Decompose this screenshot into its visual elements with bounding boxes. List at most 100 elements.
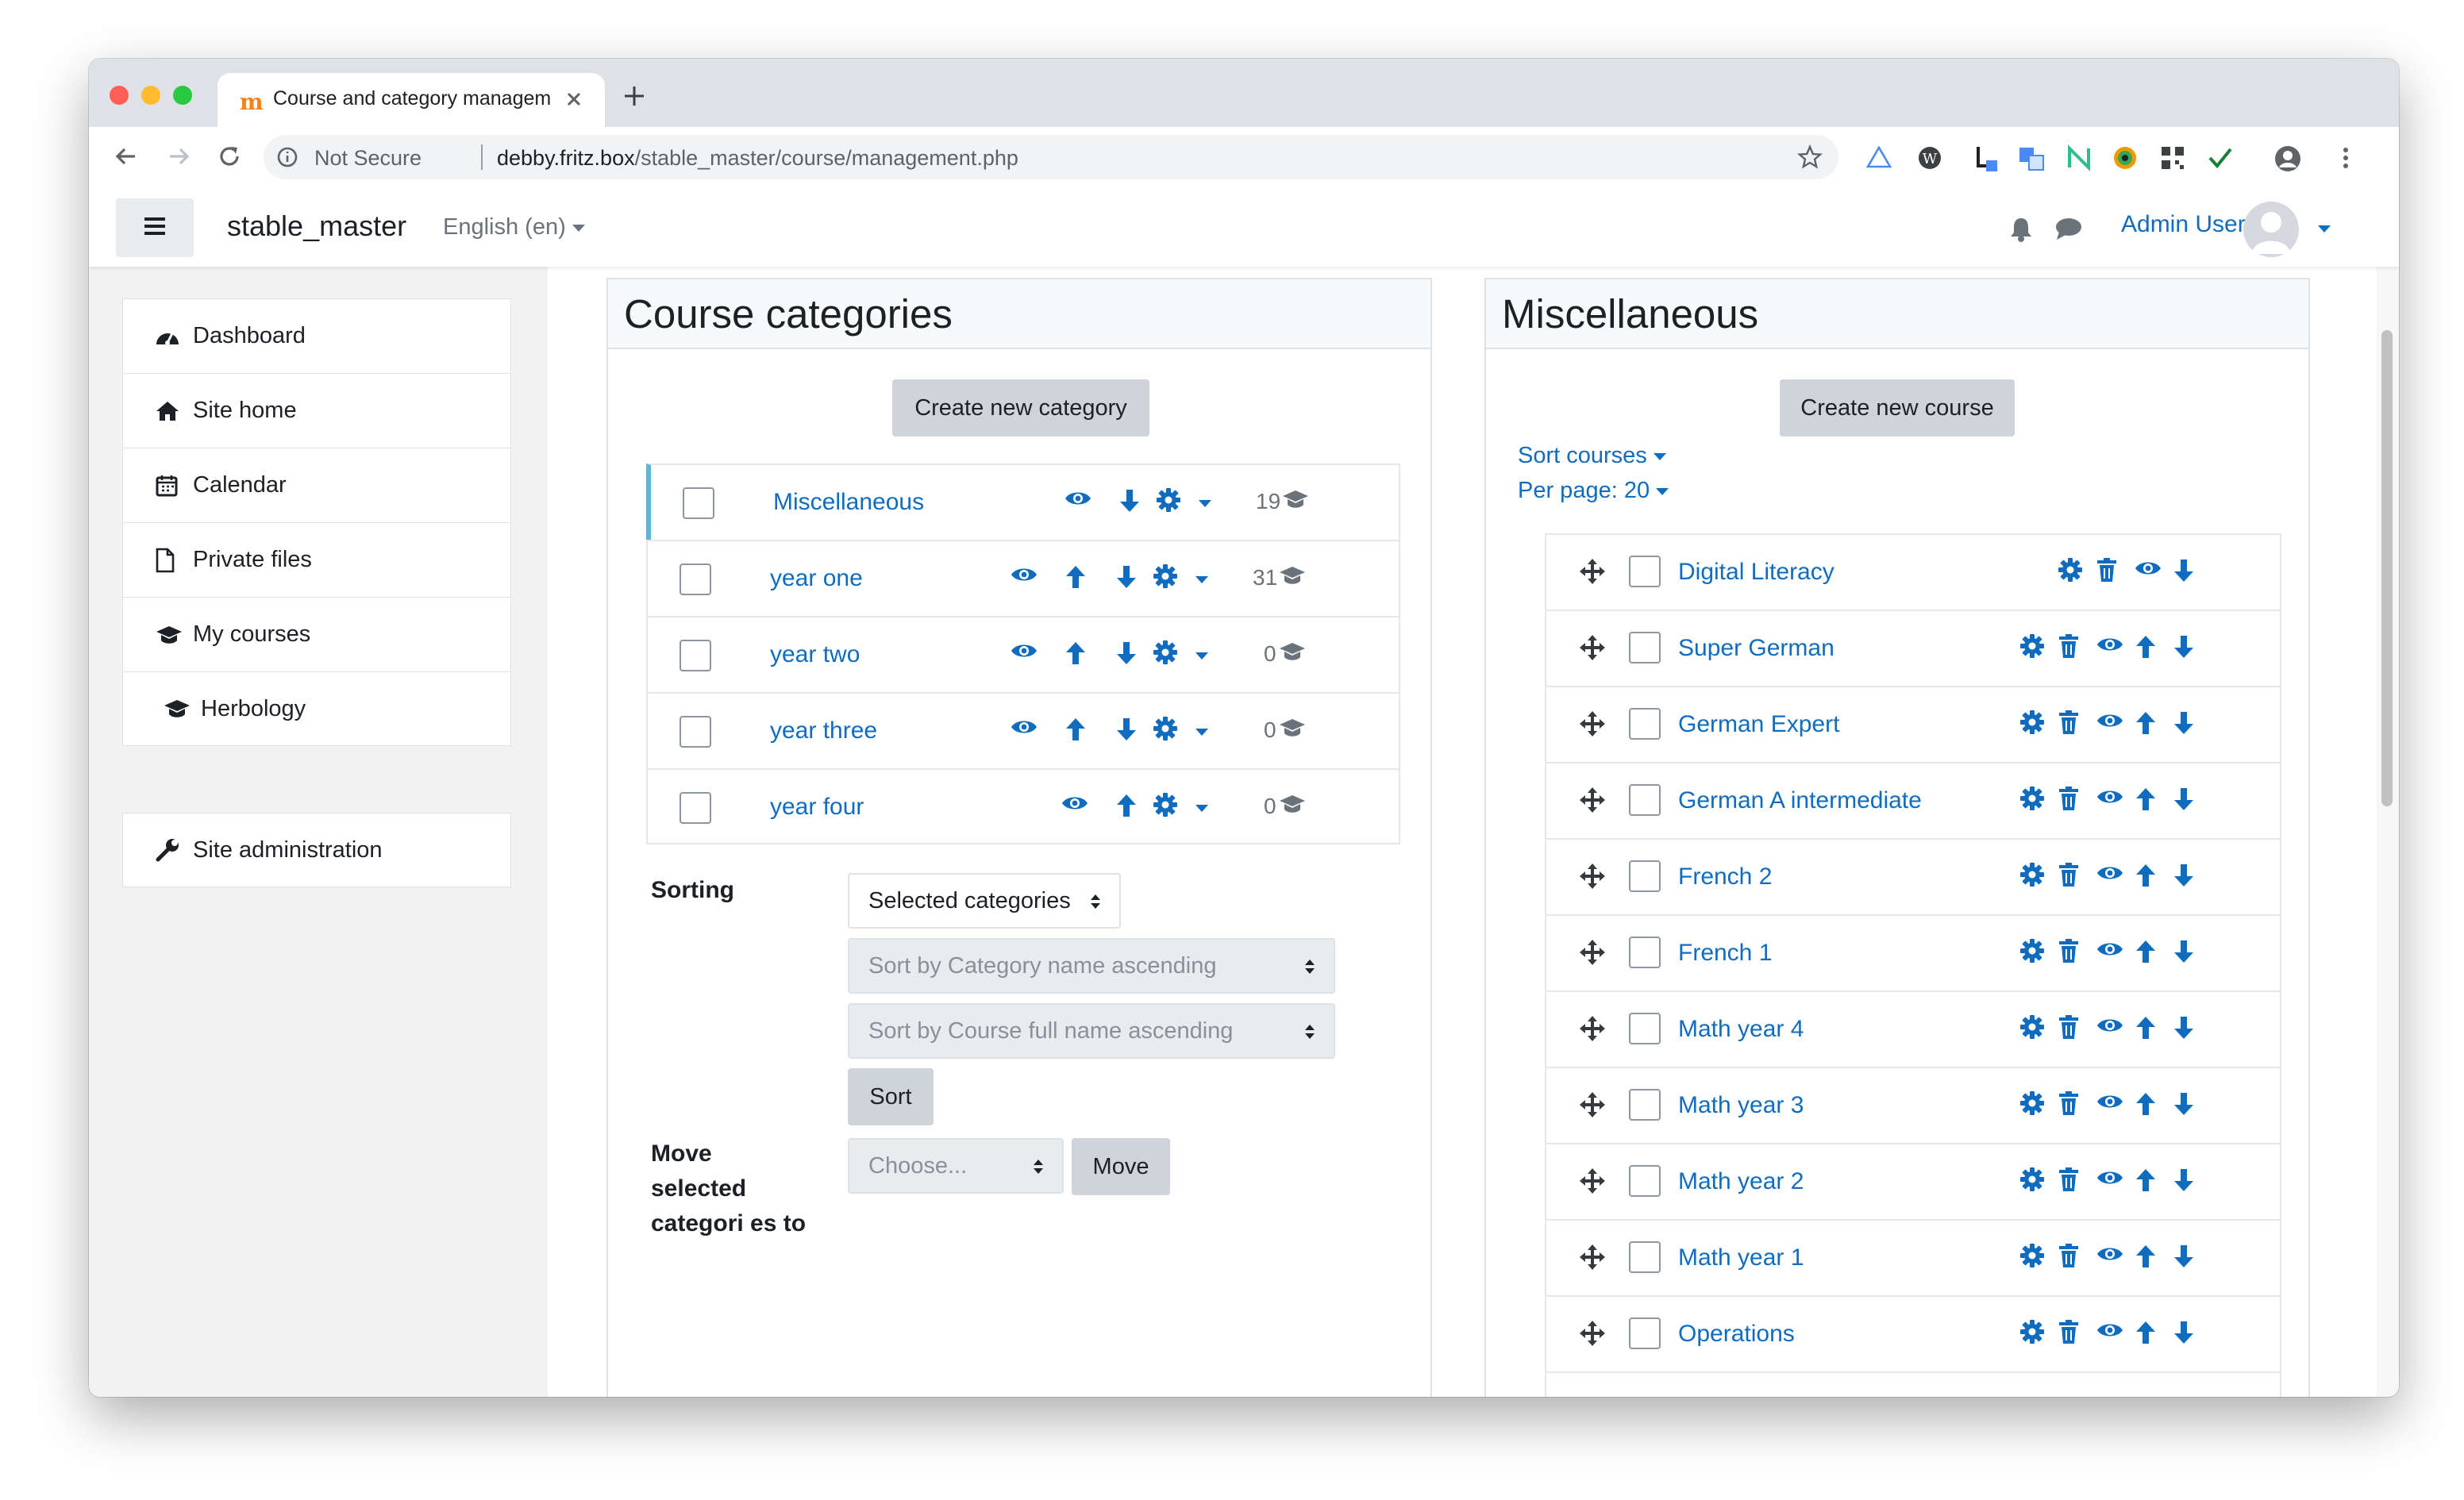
arrow-up-icon[interactable] (1064, 716, 1088, 743)
course-row[interactable]: Math year 4 (1545, 990, 2281, 1067)
arrow-down-icon[interactable] (2172, 710, 2196, 737)
category-row[interactable]: Miscellaneous 19 (646, 463, 1400, 540)
sort-courses-menu[interactable]: Sort courses (1518, 443, 1666, 469)
scrollbar-thumb[interactable] (2381, 330, 2393, 806)
drawer-toggle-button[interactable] (116, 198, 194, 257)
nav-item-site-home[interactable]: Site home (122, 373, 511, 448)
course-row[interactable]: French 2 (1545, 838, 2281, 914)
gear-icon[interactable] (1153, 563, 1178, 589)
arrow-down-icon[interactable] (2172, 557, 2196, 584)
eye-icon[interactable] (2096, 1168, 2124, 1187)
eye-icon[interactable] (1064, 489, 1092, 508)
user-menu-caret-icon[interactable] (2318, 222, 2331, 237)
extension-color-icon[interactable] (2112, 144, 2139, 171)
arrow-up-icon[interactable] (2134, 786, 2158, 813)
category-name-link[interactable]: year three (770, 717, 877, 744)
arrow-up-icon[interactable] (2134, 1014, 2158, 1041)
eye-icon[interactable] (2096, 1092, 2124, 1111)
arrow-down-icon[interactable] (2172, 862, 2196, 889)
info-icon[interactable] (276, 146, 298, 168)
course-row[interactable]: French 1 (1545, 914, 2281, 990)
course-row[interactable]: Math year 2 (1545, 1143, 2281, 1219)
address-bar[interactable]: Not Secure debby.fritz.box/stable_master… (264, 135, 1838, 179)
course-name-link[interactable]: Operations (1678, 1321, 1795, 1348)
close-tab-icon[interactable] (564, 89, 584, 110)
user-avatar[interactable] (2243, 202, 2299, 257)
arrow-down-icon[interactable] (2172, 1014, 2196, 1041)
arrow-down-icon[interactable] (2172, 938, 2196, 965)
back-icon[interactable] (113, 143, 140, 170)
nav-item-calendar[interactable]: Calendar (122, 448, 511, 522)
course-checkbox[interactable] (1629, 784, 1661, 816)
arrow-up-icon[interactable] (1115, 792, 1138, 819)
site-name-link[interactable]: stable_master (227, 210, 406, 243)
course-checkbox[interactable] (1629, 937, 1661, 968)
trash-icon[interactable] (2058, 1014, 2080, 1040)
course-checkbox[interactable] (1629, 1165, 1661, 1197)
move-target-select[interactable]: Choose... (848, 1138, 1064, 1194)
category-row[interactable]: year four 0 (646, 768, 1400, 844)
category-name-link[interactable]: Miscellaneous (773, 489, 924, 516)
eye-icon[interactable] (1061, 794, 1089, 813)
eye-icon[interactable] (2096, 1244, 2124, 1263)
move-handle-icon[interactable] (1578, 1243, 1607, 1271)
arrow-up-icon[interactable] (2134, 1243, 2158, 1270)
gear-icon[interactable] (2058, 557, 2083, 583)
move-handle-icon[interactable] (1578, 1090, 1607, 1119)
category-checkbox[interactable] (680, 716, 711, 748)
arrow-up-icon[interactable] (2134, 633, 2158, 660)
gear-icon[interactable] (2019, 862, 2045, 887)
eye-icon[interactable] (2096, 940, 2124, 959)
arrow-down-icon[interactable] (1118, 487, 1142, 514)
eye-icon[interactable] (2096, 1016, 2124, 1035)
category-name-link[interactable]: year four (770, 794, 864, 821)
arrow-down-icon[interactable] (2172, 1243, 2196, 1270)
course-name-link[interactable]: German Expert (1678, 711, 1839, 738)
course-name-link[interactable]: French 1 (1678, 940, 1772, 967)
course-row[interactable]: Math year 1 (1545, 1219, 2281, 1295)
eye-icon[interactable] (2096, 635, 2124, 654)
trash-icon[interactable] (2058, 710, 2080, 735)
trash-icon[interactable] (2058, 862, 2080, 887)
per-page-menu[interactable]: Per page: 20 (1518, 478, 1669, 504)
course-row[interactable]: Super German (1545, 610, 2281, 686)
gear-icon[interactable] (2019, 1014, 2045, 1040)
move-button[interactable]: Move (1072, 1138, 1170, 1195)
arrow-up-icon[interactable] (2134, 1167, 2158, 1194)
course-name-link[interactable]: Math year 2 (1678, 1168, 1804, 1195)
course-name-link[interactable]: German A intermediate (1678, 787, 1922, 814)
nav-item-herbology[interactable]: Herbology (122, 671, 511, 746)
course-row[interactable]: Digital Literacy (1545, 533, 2281, 610)
trash-icon[interactable] (2058, 1319, 2080, 1344)
course-checkbox[interactable] (1629, 1241, 1661, 1273)
gear-icon[interactable] (1153, 716, 1178, 741)
extension-check-icon[interactable] (2207, 144, 2234, 171)
gear-icon[interactable] (2019, 633, 2045, 659)
arrow-up-icon[interactable] (2134, 938, 2158, 965)
course-checkbox[interactable] (1629, 708, 1661, 740)
extension-l-icon[interactable] (1972, 144, 1999, 171)
trash-icon[interactable] (2058, 938, 2080, 963)
category-name-link[interactable]: year two (770, 641, 860, 668)
gear-menu-caret-icon[interactable] (1199, 500, 1211, 508)
arrow-down-icon[interactable] (2172, 1319, 2196, 1346)
new-tab-icon[interactable] (622, 84, 646, 108)
arrow-down-icon[interactable] (2172, 1090, 2196, 1117)
minimize-window-button[interactable] (141, 86, 160, 105)
category-name-link[interactable]: year one (770, 565, 863, 592)
gear-icon[interactable] (2019, 1167, 2045, 1192)
course-name-link[interactable]: Math year 1 (1678, 1244, 1804, 1271)
close-window-button[interactable] (110, 86, 129, 105)
gear-icon[interactable] (1156, 487, 1181, 513)
arrow-down-icon[interactable] (1115, 640, 1138, 667)
arrow-up-icon[interactable] (1064, 563, 1088, 590)
course-name-link[interactable]: Math year 4 (1678, 1016, 1804, 1043)
bookmark-star-icon[interactable] (1797, 144, 1823, 170)
course-checkbox[interactable] (1629, 1089, 1661, 1121)
arrow-down-icon[interactable] (2172, 786, 2196, 813)
move-handle-icon[interactable] (1578, 633, 1607, 662)
gear-menu-caret-icon[interactable] (1195, 652, 1208, 660)
create-course-button[interactable]: Create new course (1780, 379, 2015, 437)
reload-icon[interactable] (216, 143, 243, 170)
gear-menu-caret-icon[interactable] (1195, 729, 1208, 737)
